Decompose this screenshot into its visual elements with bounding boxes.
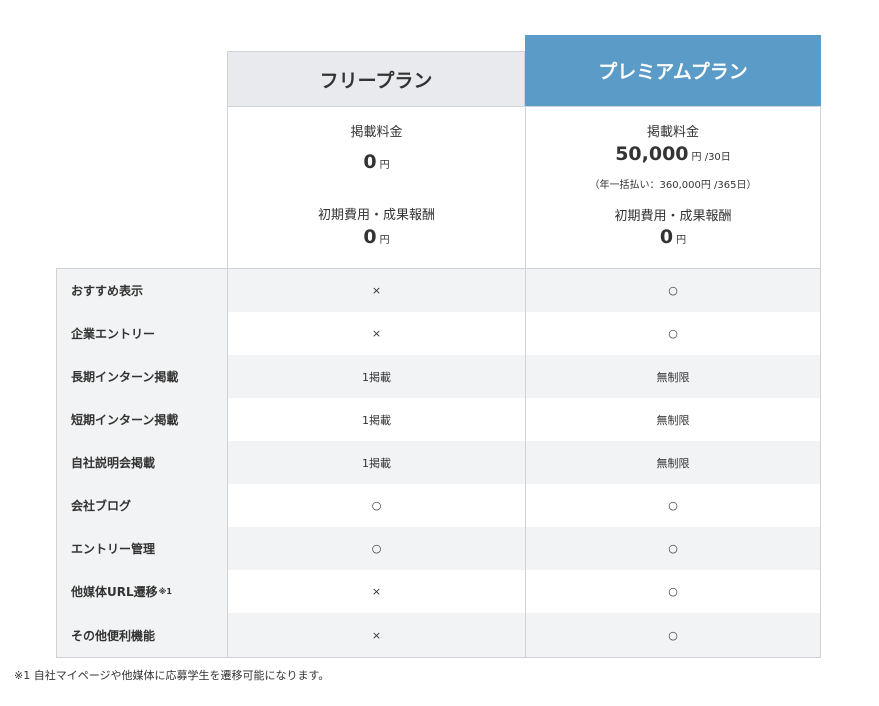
feature-name: おすすめ表示 [57,269,228,312]
premium-initial-fee-label: 初期費用・成果報酬 [614,209,732,224]
free-value: 1掲載 [228,398,526,441]
free-initial-fee: 0 円 [228,226,525,248]
free-initial-fee-label: 初期費用・成果報酬 [317,208,435,223]
free-listing-fee: 0 円 [228,151,525,173]
feature-name: 短期インターン掲載 [57,398,228,441]
free-listing-fee-unit: 円 [379,160,390,171]
feature-name: その他便利機能 [57,613,228,657]
free-plan-pricing: 掲載料金 0 円 初期費用・成果報酬 0 円 [227,106,525,269]
footnote-mark: ※1 [158,587,172,596]
premium-plan-header: プレミアムプラン [525,35,821,106]
premium-value: 無制限 [656,370,690,384]
feature-name: 企業エントリー [57,312,228,355]
premium-plan-name: プレミアムプラン [598,61,748,83]
free-value: 1掲載 [228,355,526,398]
free-value: ○ [228,527,526,570]
feature-name: 他媒体URL遷移 [71,585,158,599]
premium-listing-fee-unit: 円 /30日 [691,152,731,163]
table-row: 企業エントリー × ○ [57,312,820,355]
feature-comparison-table: おすすめ表示 × ○ 企業エントリー × ○ 長期インターン掲載 1掲載 無制限… [56,268,821,658]
premium-value: ○ [668,542,678,555]
premium-plan-pricing: 掲載料金 50,000 円 /30日 （年一括払い：360,000円 /365日… [525,106,821,269]
free-value: × [228,312,526,355]
table-row: 他媒体URL遷移 ※1 × ○ [57,570,820,613]
premium-value: 無制限 [656,413,690,427]
table-row: その他便利機能 × ○ [57,613,820,657]
table-row: 自社説明会掲載 1掲載 無制限 [57,441,820,484]
premium-value: ○ [668,628,678,642]
free-value: × [228,269,526,312]
free-listing-fee-value: 0 [363,151,377,173]
feature-name: 会社ブログ [57,484,228,527]
premium-listing-fee-label: 掲載料金 [646,125,699,140]
table-row: エントリー管理 ○ ○ [57,527,820,570]
free-initial-fee-value: 0 [363,226,377,248]
footnote: ※1 自社マイページや他媒体に応募学生を遷移可能になります。 [14,669,330,682]
free-value: 1掲載 [228,441,526,484]
premium-initial-fee-value: 0 [659,226,674,248]
premium-initial-fee: 0 円 [526,226,820,248]
premium-annual-note: （年一括払い：360,000円 /365日） [589,180,757,191]
free-listing-fee-label: 掲載料金 [350,125,403,140]
feature-name: 自社説明会掲載 [57,441,228,484]
premium-listing-fee-value: 50,000 [615,143,689,165]
premium-initial-fee-unit: 円 [676,235,687,246]
feature-cell: 他媒体URL遷移 ※1 [57,570,228,613]
premium-value: ○ [668,327,678,340]
table-row: おすすめ表示 × ○ [57,269,820,312]
table-row: 会社ブログ ○ ○ [57,484,820,527]
free-value: ○ [228,484,526,527]
free-plan-name: フリープラン [319,69,433,92]
premium-value: 無制限 [656,456,690,470]
free-plan-header: フリープラン [227,51,525,106]
premium-value: ○ [668,499,678,512]
free-initial-fee-unit: 円 [379,235,390,246]
free-value: × [228,613,526,657]
feature-name: 長期インターン掲載 [57,355,228,398]
premium-value: ○ [668,585,678,598]
table-row: 短期インターン掲載 1掲載 無制限 [57,398,820,441]
table-row: 長期インターン掲載 1掲載 無制限 [57,355,820,398]
premium-value: ○ [668,284,678,297]
feature-name: エントリー管理 [57,527,228,570]
free-value: × [228,570,526,613]
premium-listing-fee: 50,000 円 /30日 [526,143,820,165]
